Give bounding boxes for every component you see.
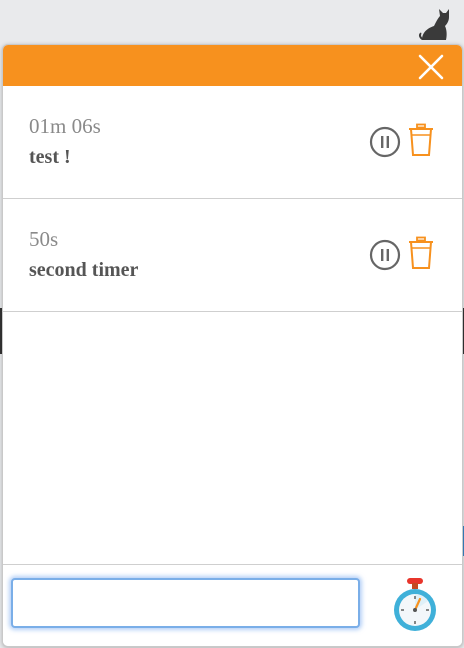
pause-icon[interactable] bbox=[369, 126, 401, 158]
timer-name: test ! bbox=[29, 146, 71, 168]
stopwatch-icon[interactable] bbox=[390, 577, 440, 633]
timer-remaining: 50s bbox=[29, 227, 59, 251]
browser-toolbar bbox=[0, 0, 464, 44]
timer-item: 50s second timer bbox=[3, 199, 462, 312]
timer-remaining: 01m 06s bbox=[29, 114, 101, 138]
timer-input[interactable] bbox=[11, 578, 360, 628]
timer-list: 01m 06s test ! 50s second timer bbox=[3, 86, 462, 312]
trash-icon[interactable] bbox=[408, 123, 434, 157]
timer-name: second timer bbox=[29, 259, 139, 281]
cat-icon[interactable] bbox=[416, 2, 456, 42]
timer-item: 01m 06s test ! bbox=[3, 86, 462, 199]
trash-icon[interactable] bbox=[408, 236, 434, 270]
timer-popup: 01m 06s test ! 50s second timer bbox=[2, 44, 463, 647]
new-timer-bar bbox=[3, 564, 462, 646]
close-icon[interactable] bbox=[418, 54, 444, 80]
popup-header bbox=[3, 45, 462, 86]
pause-icon[interactable] bbox=[369, 239, 401, 271]
